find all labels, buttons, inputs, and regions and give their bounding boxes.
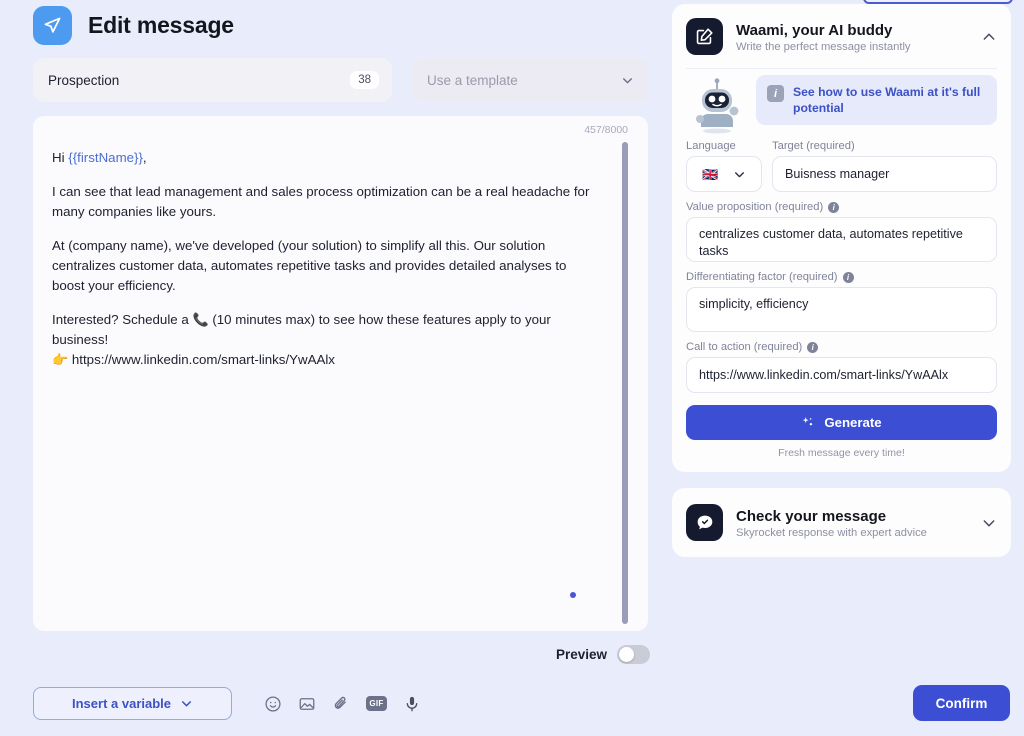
generate-note: Fresh message every time! xyxy=(778,447,905,459)
pointing-hand-emoji-icon: 👉 xyxy=(52,352,69,367)
top-fields-row: Prospection 38 Use a template xyxy=(33,58,648,102)
attachment-paperclip-icon[interactable] xyxy=(332,695,350,713)
language-target-row: Language 🇬🇧 Target (required) Buisness m… xyxy=(686,140,997,192)
differentiating-factor-label: Differentiating factor (required) i xyxy=(686,271,997,283)
value-proposition-input[interactable]: centralizes customer data, automates rep… xyxy=(686,217,997,262)
sparkle-icon xyxy=(803,416,813,425)
greeting-suffix: , xyxy=(142,150,147,165)
message-paragraph-1: I can see that lead management and sales… xyxy=(52,184,590,219)
info-dot-icon[interactable]: i xyxy=(828,201,840,213)
message-paragraph-2: At (company name), we've developed (your… xyxy=(52,238,567,293)
app-root: Edit message Prospection 38 Use a templa… xyxy=(0,0,1024,736)
message-paragraph-3: Interested? Schedule a 📞 (10 minutes max… xyxy=(52,310,602,370)
message-scrollbar[interactable] xyxy=(622,142,628,624)
waami-card-header[interactable]: Waami, your AI buddy Write the perfect m… xyxy=(672,4,1011,68)
check-message-title: Check your message xyxy=(736,507,887,525)
call-to-action-label-text: Call to action (required) xyxy=(686,341,803,353)
waami-banner-text: See how to use Waami at it's full potent… xyxy=(793,85,981,115)
waami-info-banner[interactable]: i See how to use Waami at it's full pote… xyxy=(756,75,997,125)
chat-check-icon xyxy=(686,504,723,541)
editor-column: Edit message Prospection 38 Use a templa… xyxy=(0,0,1010,736)
generate-button[interactable]: Generate xyxy=(686,405,997,440)
language-select[interactable]: 🇬🇧 xyxy=(686,156,762,192)
gif-icon[interactable]: GIF xyxy=(366,696,387,711)
message-greeting: Hi {{firstName}}, xyxy=(52,148,602,168)
template-select[interactable]: Use a template xyxy=(412,58,648,102)
editor-toolbar: Insert a variable GIF xyxy=(33,687,421,720)
toolbar-icon-group: GIF xyxy=(264,695,421,713)
chevron-down-icon[interactable] xyxy=(981,515,997,531)
insert-variable-label: Insert a variable xyxy=(72,696,171,711)
message-name-value: Prospection xyxy=(48,72,120,88)
waami-form: i See how to use Waami at it's full pote… xyxy=(672,69,1011,472)
check-message-header[interactable]: Check your message Skyrocket response wi… xyxy=(672,488,1011,557)
edit-square-icon xyxy=(686,18,723,55)
waami-card-subtitle: Write the perfect message instantly xyxy=(736,40,911,53)
language-label: Language xyxy=(686,140,736,152)
page-header: Edit message xyxy=(33,6,234,45)
first-name-variable: {{firstName}} xyxy=(68,150,143,165)
waami-banner-row: i See how to use Waami at it's full pote… xyxy=(686,75,997,134)
value-proposition-block: Value proposition (required) i centraliz… xyxy=(686,201,997,262)
waami-card-text: Waami, your AI buddy Write the perfect m… xyxy=(736,21,968,53)
check-message-text: Check your message Skyrocket response wi… xyxy=(736,507,968,539)
page-title: Edit message xyxy=(88,12,234,38)
flag-icon: 🇬🇧 xyxy=(702,166,719,182)
para3-prefix: Interested? Schedule a xyxy=(52,312,193,327)
insert-variable-button[interactable]: Insert a variable xyxy=(33,687,232,720)
value-proposition-label: Value proposition (required) i xyxy=(686,201,997,213)
confirm-button[interactable]: Confirm xyxy=(913,685,1010,721)
generate-label: Generate xyxy=(824,415,882,430)
language-column: Language 🇬🇧 xyxy=(686,140,762,192)
target-label: Target (required) xyxy=(772,140,855,152)
template-placeholder: Use a template xyxy=(427,72,518,88)
message-editor[interactable]: 457/8000 Hi {{firstName}}, I can see tha… xyxy=(33,116,648,631)
info-icon: i xyxy=(767,85,784,102)
differentiating-factor-block: Differentiating factor (required) i simp… xyxy=(686,271,997,332)
emoji-icon[interactable] xyxy=(264,695,282,713)
microphone-icon[interactable] xyxy=(403,695,421,713)
call-to-action-input[interactable]: https://www.linkedin.com/smart-links/YwA… xyxy=(686,357,997,393)
chevron-down-icon xyxy=(621,74,634,87)
call-to-action-label: Call to action (required) i xyxy=(686,341,997,353)
send-paper-plane-icon xyxy=(33,6,72,45)
call-to-action-block: Call to action (required) i https://www.… xyxy=(686,341,997,393)
resize-handle-dot[interactable] xyxy=(570,592,576,598)
preview-toggle-row: Preview xyxy=(556,645,651,664)
check-message-card[interactable]: Check your message Skyrocket response wi… xyxy=(672,488,1011,557)
chevron-down-icon xyxy=(734,171,744,177)
info-dot-icon[interactable]: i xyxy=(807,341,819,353)
toggle-knob xyxy=(619,647,635,662)
message-body[interactable]: Hi {{firstName}}, I can see that lead ma… xyxy=(52,148,602,370)
greeting-prefix: Hi xyxy=(52,150,69,165)
check-message-subtitle: Skyrocket response with expert advice xyxy=(736,526,927,539)
image-icon[interactable] xyxy=(298,695,316,713)
phone-emoji-icon: 📞 xyxy=(192,312,209,327)
chevron-down-icon xyxy=(181,701,192,707)
robot-mascot-icon xyxy=(686,75,748,134)
preview-toggle[interactable] xyxy=(617,645,651,664)
assistant-column: Waami, your AI buddy Write the perfect m… xyxy=(672,4,1011,573)
target-input[interactable]: Buisness manager xyxy=(772,156,997,192)
target-column: Target (required) Buisness manager xyxy=(772,140,997,192)
preview-label: Preview xyxy=(556,647,608,662)
smart-link-url: https://www.linkedin.com/smart-links/YwA… xyxy=(71,352,335,367)
differentiating-factor-input[interactable]: simplicity, efficiency xyxy=(686,287,997,332)
waami-card: Waami, your AI buddy Write the perfect m… xyxy=(672,4,1011,472)
value-proposition-label-text: Value proposition (required) xyxy=(686,201,824,213)
differentiating-factor-label-text: Differentiating factor (required) xyxy=(686,271,838,283)
chevron-up-icon[interactable] xyxy=(981,29,997,45)
message-name-count-badge: 38 xyxy=(350,71,379,89)
message-name-input[interactable]: Prospection 38 xyxy=(33,58,392,102)
info-dot-icon[interactable]: i xyxy=(842,271,854,283)
waami-card-title: Waami, your AI buddy xyxy=(736,21,893,39)
character-counter: 457/8000 xyxy=(584,124,628,136)
